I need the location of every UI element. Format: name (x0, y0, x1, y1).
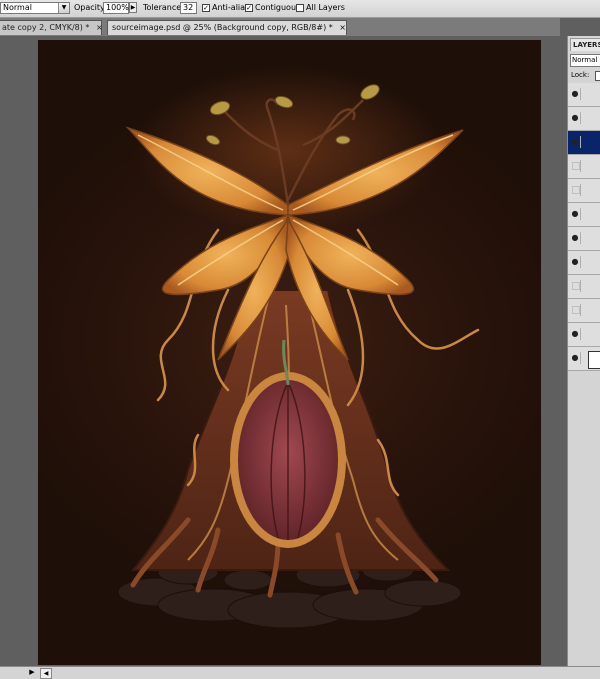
layer-row[interactable] (568, 299, 600, 323)
layers-tab[interactable]: LAYERS (570, 38, 600, 51)
opacity-slider-button[interactable]: ▶ (129, 2, 137, 13)
all-layers-label: All Layers (306, 3, 345, 12)
eye-icon[interactable]: ● (570, 88, 581, 100)
contiguous-label: Contiguous (255, 3, 301, 12)
blend-mode-value: Normal (3, 3, 32, 12)
tab-label: ate copy 2, CMYK/8) * (2, 23, 90, 32)
layer-row[interactable]: ● (568, 347, 600, 371)
petal-upper-right (287, 129, 464, 216)
close-icon[interactable]: × (96, 23, 103, 32)
eye-icon[interactable] (570, 280, 581, 292)
document-tab-bar: ate copy 2, CMYK/8) * × sourceimage.psd … (0, 18, 560, 37)
eye-icon[interactable]: ● (570, 112, 581, 124)
layer-row[interactable]: ● (568, 107, 600, 131)
opacity-field[interactable]: 100% (103, 2, 129, 14)
options-bar: Normal ▼ Opacity: 100% ▶ Tolerance: 32 ✓… (0, 0, 600, 18)
eye-icon[interactable]: ● (570, 208, 581, 220)
artwork-illustration (117, 84, 480, 629)
layer-thumbnail[interactable] (588, 351, 600, 369)
eye-icon[interactable]: ● (570, 352, 581, 364)
anti-alias-label: Anti-alias (212, 3, 250, 12)
tolerance-label: Tolerance: (143, 3, 184, 12)
layer-row[interactable]: ● (568, 131, 600, 155)
eye-icon[interactable]: ● (570, 256, 581, 268)
eye-icon[interactable] (570, 160, 581, 172)
tab-document-1[interactable]: ate copy 2, CMYK/8) * × (0, 20, 103, 35)
layers-panel: LAYERS Normal Lock: ● ● ● ● ● ● ● ● (567, 36, 600, 666)
tab-label: sourceimage.psd @ 25% (Background copy, … (112, 23, 333, 32)
tolerance-value: 32 (183, 3, 194, 12)
lock-label: Lock: (571, 71, 590, 79)
play-icon[interactable]: ▶ (28, 668, 36, 677)
layer-row[interactable]: ● (568, 203, 600, 227)
tab-document-2[interactable]: sourceimage.psd @ 25% (Background copy, … (107, 20, 347, 35)
eye-icon[interactable] (570, 184, 581, 196)
all-layers-checkbox[interactable] (296, 4, 304, 12)
layer-row[interactable] (568, 155, 600, 179)
layer-blend-mode-value: Normal (572, 56, 598, 64)
eye-icon[interactable] (570, 304, 581, 316)
layer-row[interactable]: ● (568, 323, 600, 347)
tolerance-field[interactable]: 32 (180, 2, 197, 14)
document-canvas[interactable] (38, 40, 541, 665)
lock-transparent-checkbox[interactable] (595, 71, 600, 81)
layer-list: ● ● ● ● ● ● ● ● (568, 83, 600, 371)
anti-alias-checkbox[interactable]: ✓ (202, 4, 210, 12)
contiguous-checkbox[interactable]: ✓ (245, 4, 253, 12)
blend-mode-select[interactable]: Normal ▼ (0, 2, 70, 14)
layer-row[interactable] (568, 179, 600, 203)
close-icon[interactable]: × (339, 23, 346, 32)
canvas-workspace[interactable] (0, 36, 560, 666)
eye-icon[interactable]: ● (570, 232, 581, 244)
opacity-value: 100% (106, 3, 129, 12)
status-bar: ▶ ◀ (0, 666, 600, 679)
layer-row[interactable]: ● (568, 83, 600, 107)
eye-icon[interactable]: ● (570, 136, 581, 148)
eye-icon[interactable]: ● (570, 328, 581, 340)
opacity-label: Opacity: (74, 3, 107, 12)
chevron-down-icon: ▼ (58, 3, 69, 13)
layer-row[interactable]: ● (568, 251, 600, 275)
layer-row[interactable]: ● (568, 227, 600, 251)
layer-blend-mode-select[interactable]: Normal (570, 54, 600, 67)
layer-row[interactable] (568, 275, 600, 299)
scroll-left-button[interactable]: ◀ (40, 668, 52, 679)
triangle-right-icon: ▶ (130, 4, 136, 11)
